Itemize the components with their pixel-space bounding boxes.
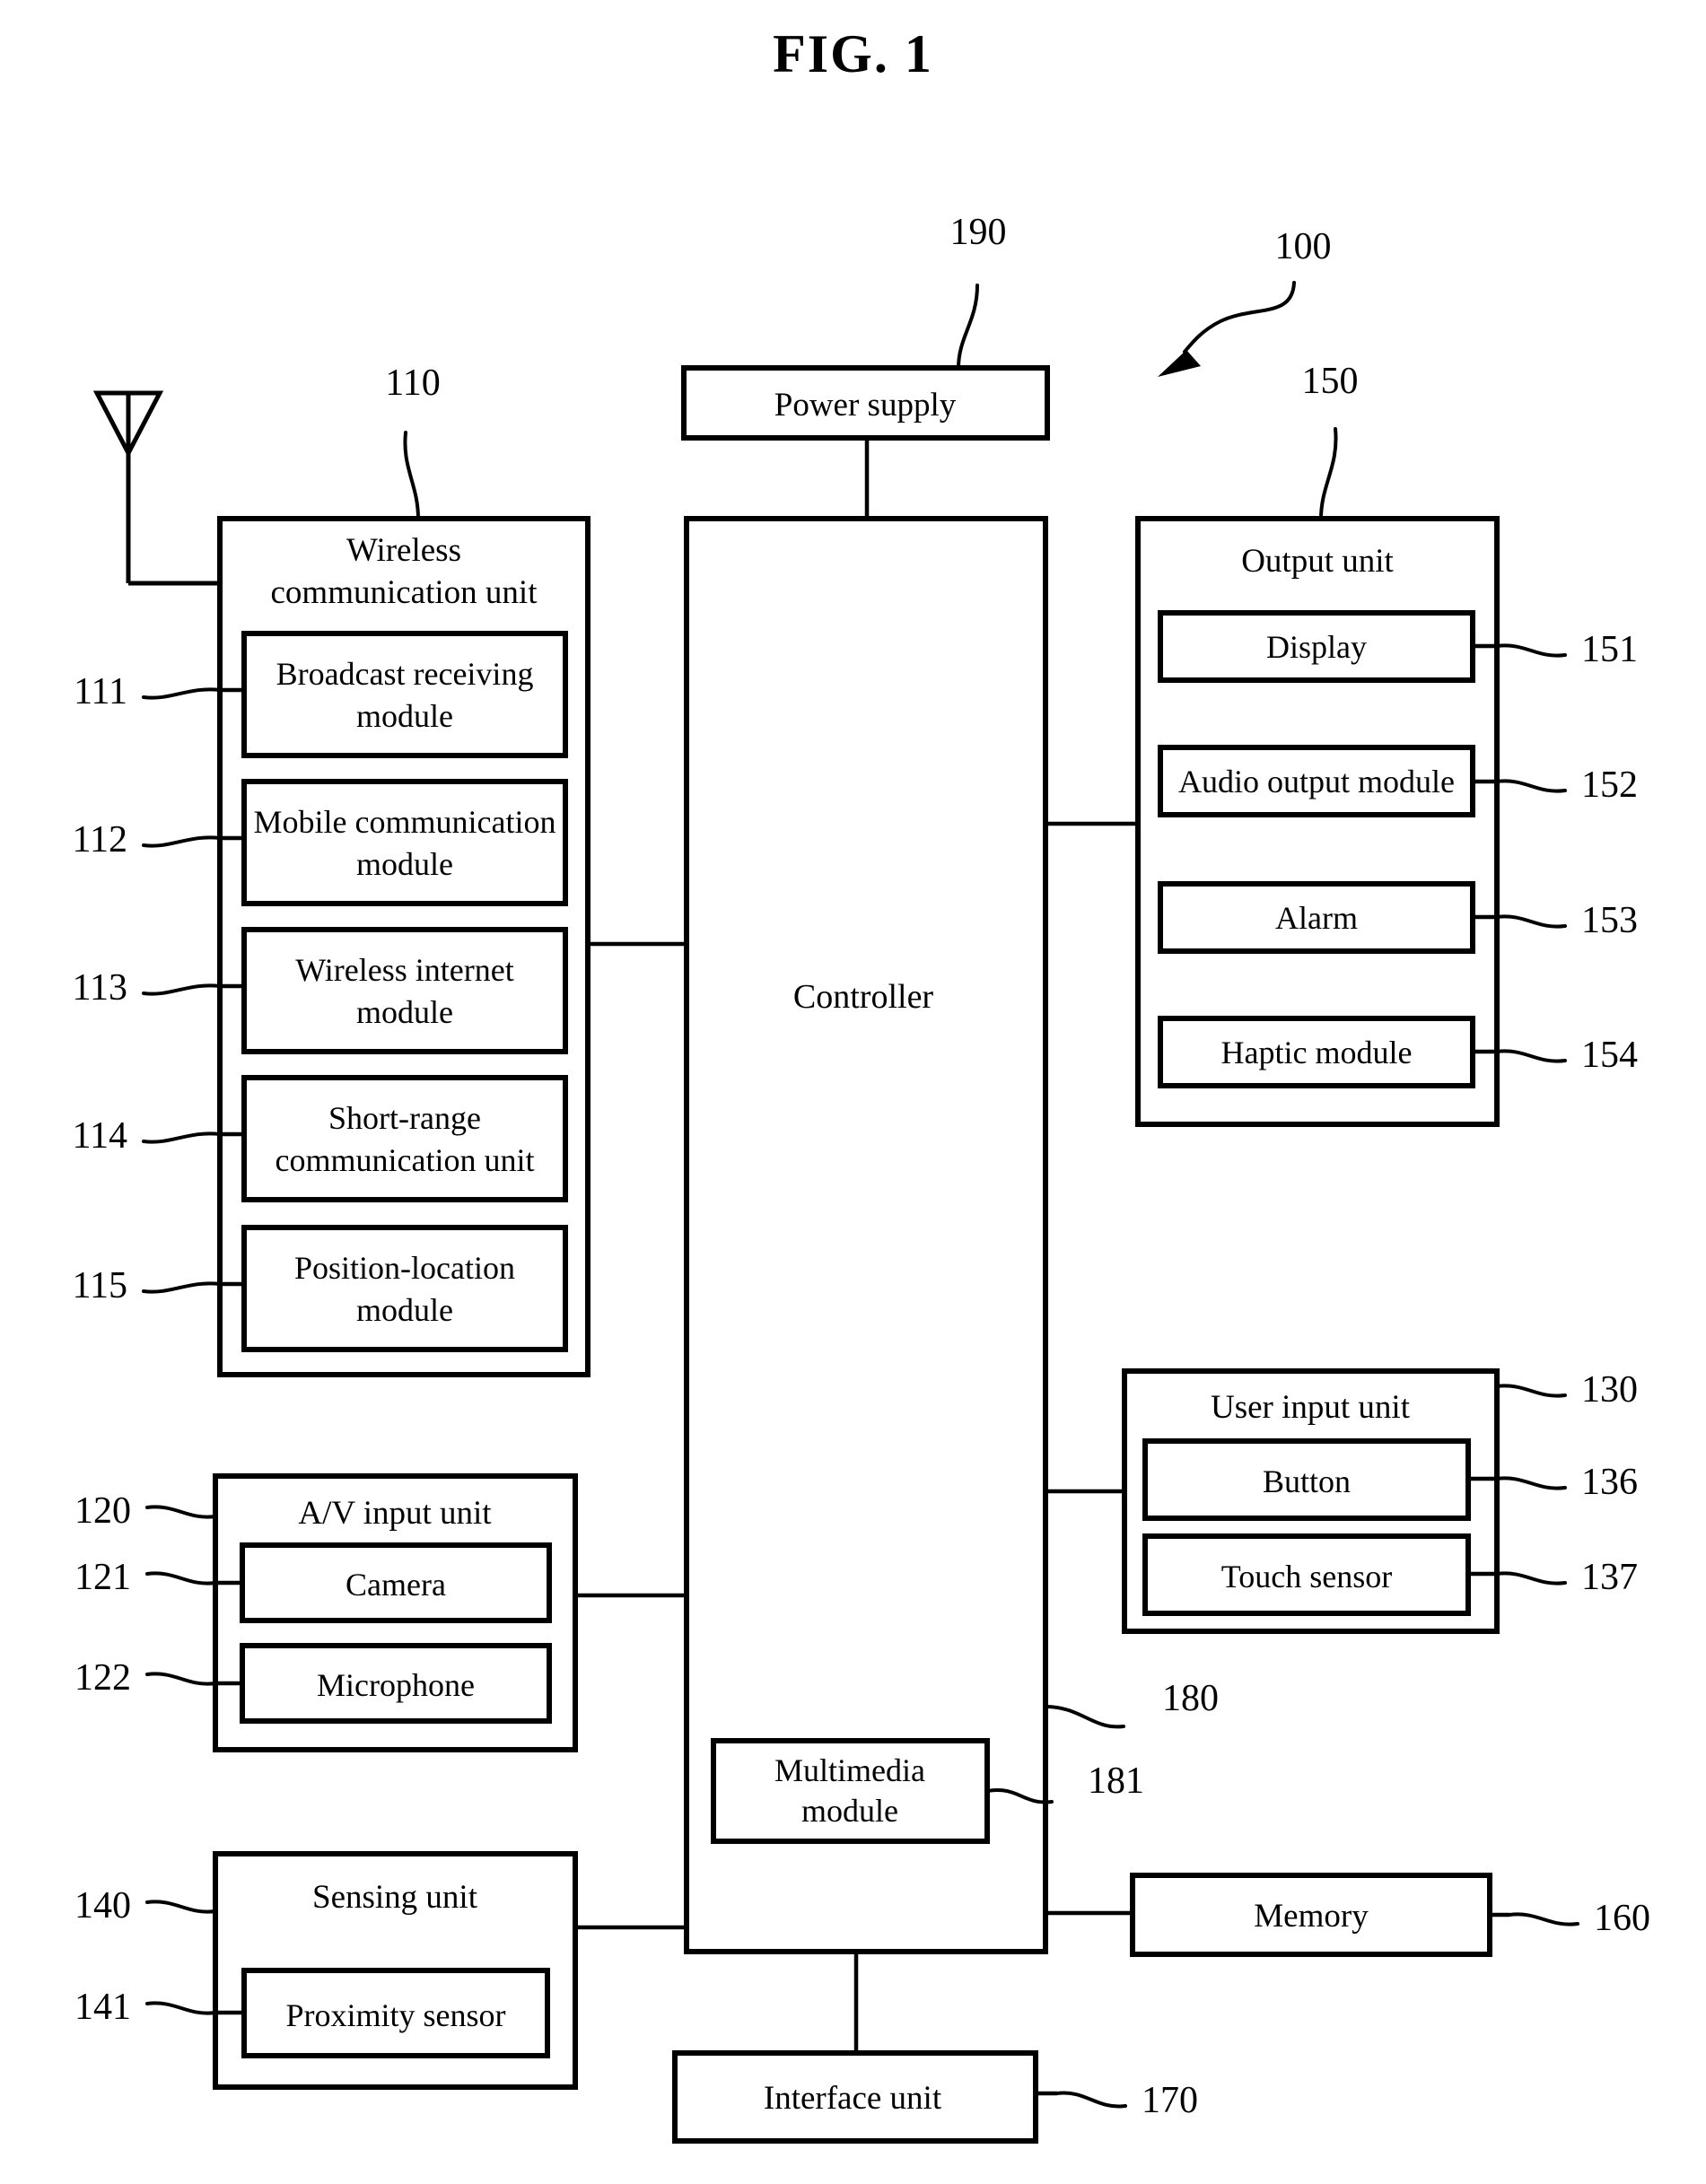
ref-112-label: 112	[73, 819, 127, 860]
patent-figure-page: FIG. 1 Power supply 190 100 Controller 1…	[0, 0, 1706, 2184]
wireless-internet-module-label-line1: Wireless internet	[295, 952, 513, 988]
position-location-module-label-line2: module	[356, 1292, 453, 1328]
ref-111-label: 111	[74, 671, 127, 712]
ref-190: 190	[950, 212, 1007, 370]
output-unit-title: Output unit	[1241, 543, 1394, 580]
user-input-unit-block[interactable]: User input unit Button Touch sensor	[1122, 1368, 1500, 1634]
button-module-label: Button	[1263, 1463, 1351, 1499]
ref-180: 180	[1044, 1678, 1219, 1729]
block-diagram: Power supply 190 100 Controller 180 Mult…	[73, 212, 1650, 2144]
ref-137-label: 137	[1581, 1557, 1638, 1598]
ref-160-label: 160	[1594, 1898, 1650, 1939]
ref-121-label: 121	[74, 1557, 131, 1598]
ref-150: 150	[1302, 361, 1359, 520]
interface-unit-label: Interface unit	[764, 2080, 942, 2117]
wireless-internet-module-label-line2: module	[356, 994, 453, 1030]
ref-136-label: 136	[1581, 1462, 1638, 1503]
mobile-communication-module[interactable]: Mobile communication module	[241, 779, 568, 906]
broadcast-receiving-module-label-line2: module	[356, 698, 453, 734]
short-range-communication-unit[interactable]: Short-range communication unit	[241, 1075, 568, 1202]
ref-130-label: 130	[1581, 1369, 1638, 1411]
ref-140-label: 140	[74, 1885, 131, 1926]
sensing-unit-title: Sensing unit	[312, 1879, 478, 1916]
haptic-module[interactable]: Haptic module	[1158, 1016, 1475, 1088]
ref-110-label: 110	[385, 363, 440, 404]
power-supply-block[interactable]: Power supply	[681, 365, 1050, 441]
ref-120-label: 120	[74, 1490, 131, 1532]
ref-180-label: 180	[1162, 1678, 1219, 1719]
memory-block[interactable]: Memory	[1130, 1873, 1492, 1957]
ref-130: 130	[1495, 1369, 1638, 1411]
ref-160: 160	[1490, 1898, 1650, 1939]
mobile-communication-module-label-line2: module	[356, 846, 453, 882]
power-supply-label: Power supply	[774, 387, 957, 424]
broadcast-receiving-module[interactable]: Broadcast receiving module	[241, 631, 568, 758]
camera-module[interactable]: Camera	[240, 1542, 552, 1623]
ref-150-label: 150	[1302, 361, 1359, 402]
audio-output-module-label: Audio output module	[1178, 764, 1455, 799]
ref-151-label: 151	[1581, 629, 1638, 670]
ref-115-label: 115	[73, 1265, 127, 1306]
ref-122-label: 122	[74, 1657, 131, 1699]
wireless-communication-unit-title-line1: Wireless	[346, 532, 461, 569]
ref-114-label: 114	[73, 1115, 127, 1157]
ref-170: 170	[1036, 2080, 1198, 2121]
ref-140: 140	[74, 1885, 217, 1926]
display-module-label: Display	[1266, 629, 1367, 665]
alarm-module[interactable]: Alarm	[1158, 881, 1475, 954]
controller-label: Controller	[793, 978, 934, 1016]
position-location-module-label-line1: Position-location	[294, 1250, 515, 1286]
multimedia-module-label-line1: Multimedia	[774, 1752, 925, 1788]
position-location-module[interactable]: Position-location module	[241, 1225, 568, 1352]
sensing-unit-block[interactable]: Sensing unit Proximity sensor	[213, 1851, 578, 2090]
haptic-module-label: Haptic module	[1221, 1035, 1413, 1070]
proximity-sensor-module[interactable]: Proximity sensor	[241, 1968, 550, 2058]
multimedia-module-label-line2: module	[801, 1793, 898, 1829]
ref-170-label: 170	[1142, 2080, 1198, 2121]
ref-100-label: 100	[1275, 226, 1332, 267]
microphone-module[interactable]: Microphone	[240, 1643, 552, 1724]
ref-190-label: 190	[950, 212, 1007, 253]
ref-154-label: 154	[1581, 1035, 1638, 1076]
ref-110: 110	[385, 363, 441, 520]
short-range-communication-unit-label-line1: Short-range	[328, 1100, 481, 1136]
short-range-communication-unit-label-line2: communication unit	[276, 1142, 535, 1178]
microphone-module-label: Microphone	[317, 1667, 475, 1703]
ref-153-label: 153	[1581, 900, 1638, 941]
camera-module-label: Camera	[346, 1567, 446, 1603]
ref-141-label: 141	[74, 1987, 131, 2028]
touch-sensor-module-label: Touch sensor	[1221, 1559, 1392, 1594]
av-input-unit-block[interactable]: A/V input unit Camera Microphone	[213, 1473, 578, 1752]
wireless-communication-unit-block[interactable]: Wireless communication unit Broadcast re…	[217, 516, 591, 1377]
ref-152-label: 152	[1581, 764, 1638, 806]
controller-block[interactable]: Controller	[684, 516, 1048, 1954]
output-unit-block[interactable]: Output unit Display Audio output module …	[1135, 516, 1500, 1127]
wireless-internet-module[interactable]: Wireless internet module	[241, 927, 568, 1054]
button-module[interactable]: Button	[1142, 1438, 1471, 1521]
alarm-module-label: Alarm	[1275, 900, 1358, 936]
ref-181-label: 181	[1088, 1760, 1144, 1802]
user-input-unit-title: User input unit	[1211, 1389, 1411, 1426]
memory-label: Memory	[1254, 1898, 1369, 1935]
proximity-sensor-module-label: Proximity sensor	[285, 1997, 505, 2033]
touch-sensor-module[interactable]: Touch sensor	[1142, 1533, 1471, 1616]
interface-unit-block[interactable]: Interface unit	[672, 2050, 1038, 2144]
audio-output-module[interactable]: Audio output module	[1158, 745, 1475, 817]
antenna-icon	[92, 390, 220, 586]
multimedia-module-block[interactable]: Multimedia module	[711, 1738, 990, 1844]
ref-100-arrow	[1158, 281, 1296, 377]
ref-113-label: 113	[73, 967, 127, 1009]
wireless-communication-unit-title-line2: communication unit	[271, 574, 538, 611]
av-input-unit-title: A/V input unit	[298, 1495, 492, 1532]
display-module[interactable]: Display	[1158, 610, 1475, 683]
broadcast-receiving-module-label-line1: Broadcast receiving	[276, 656, 534, 692]
mobile-communication-module-label-line1: Mobile communication	[254, 804, 556, 840]
ref-120: 120	[74, 1490, 217, 1532]
